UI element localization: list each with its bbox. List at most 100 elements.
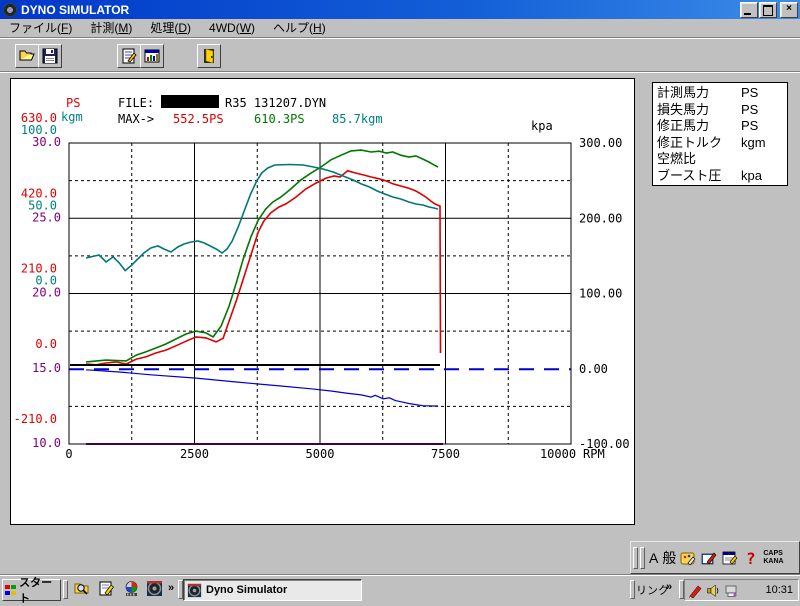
links-chevron[interactable]: » bbox=[666, 581, 672, 593]
x-axis-tick-rpm: 10000 bbox=[540, 447, 576, 461]
left-axis-tick-afr: 30.0 bbox=[32, 135, 61, 149]
ime-grip[interactable] bbox=[633, 546, 638, 569]
save-floppy-icon bbox=[42, 48, 58, 64]
menu-item-d[interactable]: 処理(D) bbox=[141, 20, 200, 36]
legend-box: 計測馬力 PS 損失馬力 PS 修正馬力 PS 修正トルク kgm 空燃比 ブースト圧 kpa bbox=[652, 82, 788, 186]
dyno-wheel-icon bbox=[187, 583, 202, 597]
right-axis-tick-kpa: 0.00 bbox=[579, 362, 608, 376]
save-button[interactable] bbox=[38, 44, 62, 68]
left-axis-tick-afr: 20.0 bbox=[32, 286, 61, 300]
dyno-chart-panel: PS kgm FILE: R35 131207.DYN MAX-> 552.5P… bbox=[10, 78, 635, 525]
measure-report-button[interactable] bbox=[117, 44, 141, 68]
file-label: FILE: bbox=[118, 96, 154, 110]
curve-loss_power bbox=[86, 369, 438, 407]
axis-labels: 630.0420.0210.00.0-210.0100.050.00.030.0… bbox=[14, 111, 630, 461]
legend-row: 修正馬力 PS bbox=[657, 118, 787, 135]
exit-button[interactable] bbox=[197, 44, 221, 68]
legend-series-name: 修正馬力 bbox=[657, 118, 710, 133]
open-file-button[interactable] bbox=[15, 44, 39, 68]
maximize-icon bbox=[763, 5, 773, 16]
task-button-label: Dyno Simulator bbox=[206, 584, 288, 596]
speaker-icon[interactable] bbox=[706, 583, 721, 598]
legend-row: 修正トルク kgm bbox=[657, 135, 787, 152]
ime-conversion-mode[interactable]: 般 bbox=[662, 548, 676, 568]
dyno-wheel-icon[interactable] bbox=[146, 580, 163, 597]
x-axis-tick-rpm: 5000 bbox=[306, 447, 335, 461]
maximize-button[interactable] bbox=[759, 2, 777, 18]
redacted-filename-block bbox=[161, 95, 219, 108]
x-axis-tick-rpm: 2500 bbox=[180, 447, 209, 461]
menu-item-w[interactable]: 4WD(W) bbox=[200, 20, 264, 36]
legend-series-unit: PS bbox=[741, 85, 759, 100]
left-axis-tick-ps: 0.0 bbox=[35, 337, 57, 351]
taskbar-grip[interactable] bbox=[63, 580, 68, 599]
window-title: DYNO SIMULATOR bbox=[21, 2, 130, 17]
minimize-button[interactable] bbox=[740, 2, 758, 18]
legend-series-unit: kpa bbox=[741, 167, 762, 183]
search-folder-icon[interactable] bbox=[73, 580, 90, 597]
left-axis-unit-kgm: kgm bbox=[61, 110, 83, 124]
left-axis-tick-ps: -210.0 bbox=[14, 412, 57, 426]
ime-grip[interactable] bbox=[640, 546, 645, 569]
windows-logo-icon bbox=[5, 584, 16, 596]
pen-icon[interactable] bbox=[688, 583, 703, 598]
right-axis-tick-kpa: 300.00 bbox=[579, 136, 622, 150]
properties-icon[interactable] bbox=[721, 549, 739, 567]
legend-row: 損失馬力 PS bbox=[657, 102, 787, 119]
taskbar-grip[interactable] bbox=[630, 580, 635, 599]
right-axis-title: kpa bbox=[531, 119, 553, 133]
legend-series-unit: PS bbox=[741, 118, 759, 133]
left-axis-unit-ps: PS bbox=[66, 96, 80, 110]
legend-row: 空燃比 bbox=[657, 151, 787, 168]
open-folder-icon bbox=[19, 50, 35, 61]
device-icon[interactable] bbox=[724, 583, 739, 598]
max-corrected-power: 610.3PS bbox=[254, 112, 305, 126]
help-icon[interactable]: ? bbox=[742, 549, 760, 567]
svg-text:?: ? bbox=[746, 549, 756, 567]
legend-row: 計測馬力 PS bbox=[657, 85, 787, 102]
file-name: R35 131207.DYN bbox=[225, 96, 326, 110]
legend-row: ブースト圧 kpa bbox=[657, 168, 787, 185]
legend-series-unit: kgm bbox=[741, 134, 766, 150]
title-bar[interactable]: DYNO SIMULATOR × bbox=[0, 0, 800, 19]
quick-launch-chevron[interactable]: » bbox=[168, 582, 174, 594]
x-axis-tick-rpm: 0 bbox=[65, 447, 72, 461]
ime-input-mode-alpha[interactable]: A bbox=[649, 550, 658, 566]
ime-toolbar[interactable]: A 般 ? CAPS KANA bbox=[630, 541, 800, 574]
desktop: { "window": { "title": "DYNO SIMULATOR",… bbox=[0, 0, 800, 605]
legend-series-unit: PS bbox=[741, 101, 759, 117]
taskbar-clock[interactable]: 10:31 bbox=[765, 584, 793, 596]
ime-pad-icon[interactable] bbox=[679, 549, 697, 567]
right-axis-tick-kpa: -100.00 bbox=[579, 437, 630, 451]
legend-series-name: 計測馬力 bbox=[657, 85, 710, 100]
close-button[interactable]: × bbox=[780, 2, 798, 18]
max-torque: 85.7kgm bbox=[332, 112, 383, 126]
start-label: スタート bbox=[19, 577, 53, 605]
x-axis-tick-rpm: 7500 bbox=[431, 447, 460, 461]
start-button[interactable]: スタート bbox=[2, 577, 61, 605]
legend-series-name: 空燃比 bbox=[657, 151, 697, 166]
right-axis-tick-kpa: 200.00 bbox=[579, 211, 622, 225]
menu-item-m[interactable]: 計測(M) bbox=[81, 20, 141, 36]
dictionary-pen-icon[interactable] bbox=[700, 549, 718, 567]
max-label: MAX-> bbox=[118, 112, 154, 126]
window-controls: × bbox=[739, 2, 798, 18]
menu-item-f[interactable]: ファイル(F) bbox=[0, 20, 81, 36]
data-curves bbox=[70, 149, 443, 445]
notepad-pencil-icon[interactable] bbox=[98, 580, 115, 597]
ime-caps-kana-indicator[interactable]: CAPS KANA bbox=[763, 550, 783, 566]
menu-bar: ファイル(F) 計測(M) 処理(D) 4WD(W) ヘルプ(H) bbox=[0, 19, 800, 37]
graph-window-icon bbox=[144, 49, 160, 63]
left-axis-tick-afr: 15.0 bbox=[32, 361, 61, 375]
task-button-dyno-simulator[interactable]: Dyno Simulator bbox=[183, 579, 362, 601]
app-icon[interactable] bbox=[3, 2, 17, 17]
exit-door-icon bbox=[204, 48, 214, 64]
media-ball-icon[interactable] bbox=[123, 580, 140, 597]
left-axis-tick-afr: 25.0 bbox=[32, 210, 61, 224]
legend-series-name: ブースト圧 bbox=[657, 167, 722, 183]
graph-view-button[interactable] bbox=[140, 44, 164, 68]
menu-item-h[interactable]: ヘルプ(H) bbox=[264, 20, 335, 36]
legend-series-name: 損失馬力 bbox=[657, 101, 710, 117]
links-toolbar-label[interactable]: リンク bbox=[636, 582, 669, 598]
system-tray: 10:31 bbox=[684, 579, 799, 601]
